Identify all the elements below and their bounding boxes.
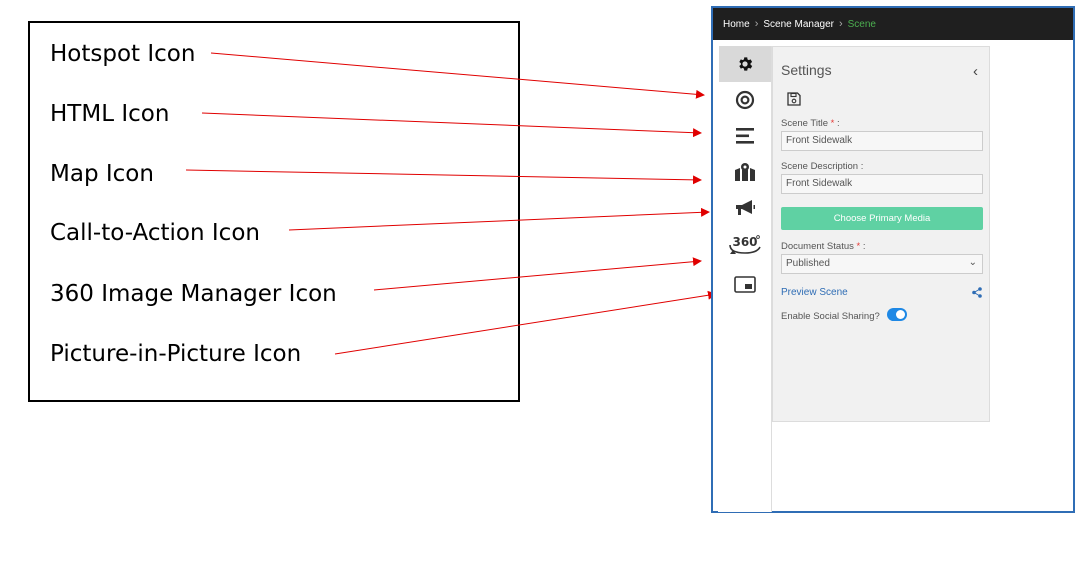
picture-in-picture-icon <box>734 275 756 293</box>
html-icon <box>736 128 754 144</box>
scene-description-input[interactable]: Front Sidewalk <box>781 174 983 194</box>
hotspot-icon <box>735 90 755 110</box>
gear-icon <box>739 57 753 71</box>
toggle-knob <box>896 310 905 319</box>
arrow-picture-in-picture <box>334 290 717 355</box>
breadcrumb-scene-manager[interactable]: Scene Manager <box>763 19 834 30</box>
arrow-map <box>185 169 702 185</box>
choose-primary-media-button[interactable]: Choose Primary Media <box>781 207 983 230</box>
preview-scene-link[interactable]: Preview Scene <box>781 287 848 298</box>
sidebar-item-call-to-action[interactable] <box>719 190 771 226</box>
arrow-360-image-manager <box>373 257 702 291</box>
enable-social-sharing-label: Enable Social Sharing? <box>781 311 880 322</box>
call-to-action-icon <box>736 200 755 215</box>
scene-description-label: Scene Description : <box>781 161 864 172</box>
document-status-value: Published <box>786 258 830 269</box>
arrow-html <box>201 112 702 138</box>
sidebar-iconbar: 360 <box>718 46 772 512</box>
document-status-label: Document Status * : <box>781 241 866 252</box>
settings-panel: Settings ‹ Scene Title * : Front Sidewal… <box>772 46 990 422</box>
sidebar-item-settings[interactable] <box>719 46 771 82</box>
social-sharing-toggle[interactable] <box>887 308 907 321</box>
sidebar-item-picture-in-picture[interactable] <box>719 266 771 302</box>
sidebar-item-hotspot[interactable] <box>719 82 771 118</box>
share-icon[interactable] <box>972 287 982 298</box>
required-mark: * <box>856 241 861 252</box>
scene-title-label: Scene Title * : <box>781 118 840 129</box>
chevron-down-icon: ⌄ <box>968 257 977 268</box>
app-window: Home › Scene Manager › Scene 360 Setting… <box>711 6 1075 513</box>
sidebar-item-map[interactable] <box>719 154 771 190</box>
save-icon[interactable] <box>787 92 801 106</box>
sidebar-item-360-image-manager[interactable]: 360 <box>719 227 771 263</box>
map-icon <box>735 163 755 181</box>
required-mark: * <box>830 118 835 129</box>
breadcrumb-current: Scene <box>847 18 876 30</box>
panel-title: Settings <box>781 62 832 78</box>
arrow-call-to-action <box>288 207 710 231</box>
360-image-manager-icon: 360 <box>729 235 761 254</box>
document-status-select[interactable]: Published ⌄ <box>781 254 983 274</box>
sidebar-item-html[interactable] <box>719 118 771 154</box>
collapse-chevron-icon[interactable]: ‹ <box>973 63 978 80</box>
breadcrumb: Home › Scene Manager › Scene <box>713 8 1073 40</box>
scene-title-input[interactable]: Front Sidewalk <box>781 131 983 151</box>
svg-text:360: 360 <box>732 235 757 249</box>
breadcrumb-separator: › <box>838 18 843 30</box>
arrow-hotspot <box>210 52 705 99</box>
breadcrumb-home[interactable]: Home <box>723 19 750 30</box>
breadcrumb-separator: › <box>754 18 759 30</box>
